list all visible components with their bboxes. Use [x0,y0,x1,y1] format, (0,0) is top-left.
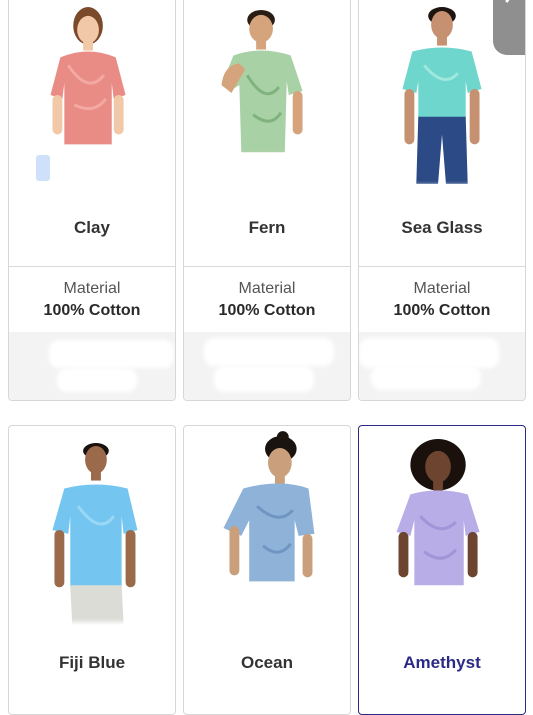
product-name[interactable]: Clay [9,218,175,238]
material-label: Material [413,280,471,297]
product-name[interactable]: Sea Glass [359,218,525,238]
product-card-sea-glass[interactable]: Sea Glass Material 100% Cotton [358,0,526,401]
product-name[interactable]: Ocean [184,653,350,673]
material-label: Material [238,280,296,297]
product-name[interactable]: Fiji Blue [9,653,175,673]
blurred-overlay [64,155,154,185]
blurred-overlay [383,590,523,620]
blurred-overlay [399,185,499,207]
product-photo[interactable] [9,426,175,626]
material-value: 100% Cotton [218,302,316,319]
blurred-overlay [204,155,324,187]
color-swatch-chip [36,155,50,181]
product-card-ocean[interactable]: Ocean [183,425,351,715]
divider [9,266,175,267]
product-card-amethyst[interactable]: Amethyst [358,425,526,715]
material-label: Material [63,280,121,297]
model-shirt-image [52,443,138,625]
blurred-overlay [39,622,149,640]
card-footer [184,332,350,400]
product-photo[interactable] [359,0,525,190]
card-footer [359,332,525,400]
product-card-clay[interactable]: Clay Material 100% Cotton [8,0,176,401]
material-value: 100% Cotton [43,302,141,319]
blurred-overlay [208,586,318,616]
product-name[interactable]: Amethyst [359,653,525,673]
divider [184,266,350,267]
model-shirt-image [402,7,482,184]
material-value: 100% Cotton [393,302,491,319]
product-card-fern[interactable]: Fern Material 100% Cotton [183,0,351,401]
product-name[interactable]: Fern [184,218,350,238]
divider [359,266,525,267]
card-footer [9,332,175,400]
product-card-fiji-blue[interactable]: Fiji Blue [8,425,176,715]
